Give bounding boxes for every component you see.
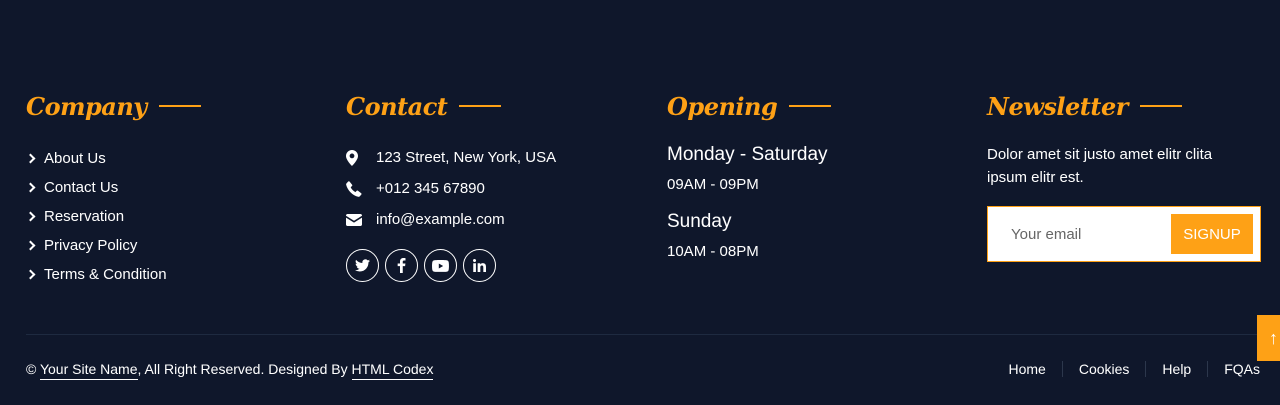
company-link-reservation[interactable]: Reservation: [25, 202, 326, 231]
newsletter-form: SIGNUP: [987, 206, 1261, 262]
footer-link-home[interactable]: Home: [992, 361, 1063, 377]
footer-link-fqas[interactable]: FQAs: [1208, 361, 1260, 377]
linkedin-icon[interactable]: [463, 249, 496, 282]
contact-email: info@example.com: [346, 204, 646, 235]
opening-column: Opening Monday - Saturday 09AM - 09PM Su…: [667, 88, 967, 260]
company-links: About Us Contact Us Reservation Privacy …: [25, 144, 326, 289]
newsletter-text: Dolor amet sit justo amet elitr clita ip…: [987, 146, 1213, 186]
chevron-right-icon: [25, 269, 36, 280]
contact-address: 123 Street, New York, USA: [346, 142, 646, 173]
signup-button[interactable]: SIGNUP: [1171, 214, 1253, 254]
footer-link-cookies[interactable]: Cookies: [1063, 361, 1147, 377]
arrow-up-icon: ↑: [1269, 327, 1278, 348]
opening-day-weekdays: Monday - Saturday: [667, 144, 828, 165]
contact-heading: Contact: [346, 88, 646, 124]
opening-hours-weekdays: 09AM - 09PM: [667, 176, 759, 193]
company-link-privacy[interactable]: Privacy Policy: [25, 231, 326, 260]
contact-phone: +012 345 67890: [346, 173, 646, 204]
company-link-about[interactable]: About Us: [25, 144, 326, 173]
map-marker-icon: [346, 149, 376, 166]
twitter-icon[interactable]: [346, 249, 379, 282]
phone-icon: [346, 180, 376, 197]
opening-day-sunday: Sunday: [667, 211, 732, 232]
envelope-icon: [346, 213, 376, 226]
chevron-right-icon: [25, 211, 36, 222]
social-links: [346, 249, 646, 282]
youtube-icon[interactable]: [424, 249, 457, 282]
newsletter-column: Newsletter Dolor amet sit justo amet eli…: [987, 88, 1261, 262]
footer-menu: Home Cookies Help FQAs: [992, 361, 1260, 377]
contact-column: Contact 123 Street, New York, USA +012 3…: [346, 88, 646, 282]
company-link-contact[interactable]: Contact Us: [25, 173, 326, 202]
back-to-top-button[interactable]: ↑: [1257, 315, 1280, 361]
copyright: © Your Site Name, All Right Reserved. De…: [26, 361, 434, 380]
company-heading: Company: [26, 88, 326, 124]
footer-link-help[interactable]: Help: [1146, 361, 1209, 377]
email-input[interactable]: [988, 207, 1168, 261]
chevron-right-icon: [25, 240, 36, 251]
chevron-right-icon: [25, 153, 36, 164]
opening-heading: Opening: [667, 88, 967, 124]
facebook-icon[interactable]: [385, 249, 418, 282]
company-column: Company About Us Contact Us Reservation …: [25, 88, 326, 289]
footer-divider: [26, 334, 1280, 335]
site-name-link[interactable]: Your Site Name: [39, 361, 138, 380]
company-link-terms[interactable]: Terms & Condition: [25, 260, 326, 289]
designer-link[interactable]: HTML Codex: [351, 361, 434, 380]
opening-hours-sunday: 10AM - 08PM: [667, 243, 759, 260]
newsletter-heading: Newsletter: [987, 88, 1257, 124]
chevron-right-icon: [25, 182, 36, 193]
